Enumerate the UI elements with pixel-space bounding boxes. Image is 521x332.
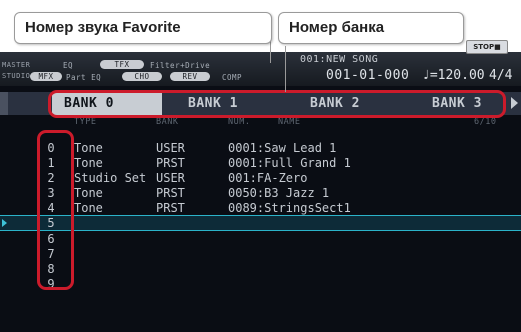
list-item[interactable]: 7: [0, 247, 521, 261]
row-name: 0050:B3 Jazz 1: [228, 186, 330, 200]
row-type: Tone: [74, 156, 103, 170]
column-header-name: NAME: [278, 117, 301, 127]
list-item-selected[interactable]: 5: [0, 215, 521, 231]
scroll-left-button[interactable]: [0, 92, 8, 115]
row-name: 0089:StringsSect1: [228, 201, 351, 215]
column-header-bank: BANK: [156, 117, 179, 127]
cursor-arrow-icon: [2, 219, 7, 227]
list-item[interactable]: 2 Studio Set USER 001:FA-Zero: [0, 171, 521, 185]
rev-pill[interactable]: REV: [170, 72, 210, 81]
screenshot-stage: MASTER STUDIO FX EQ TFX Filter+Drive MFX…: [0, 0, 521, 332]
stop-badge: STOP■: [466, 40, 508, 54]
comp-label: COMP: [222, 73, 243, 82]
row-type: Tone: [74, 186, 103, 200]
master-label: MASTER: [2, 61, 31, 69]
row-type: Tone: [74, 201, 103, 215]
list-item[interactable]: 0 Tone USER 0001:Saw Lead 1: [0, 141, 521, 155]
row-type: Studio Set: [74, 171, 147, 185]
row-type: Tone: [74, 141, 103, 155]
list-item[interactable]: 1 Tone PRST 0001:Full Grand 1: [0, 156, 521, 170]
list-item[interactable]: 9: [0, 277, 521, 291]
part-eq-label: Part EQ: [66, 73, 102, 82]
favorite-numbers-highlight: [37, 130, 74, 290]
list-item[interactable]: 6: [0, 232, 521, 246]
page-indicator: 6/10: [474, 117, 497, 127]
row-name: 001:FA-Zero: [228, 171, 308, 185]
chevron-right-icon[interactable]: [511, 97, 518, 109]
list-item[interactable]: 3 Tone PRST 0050:B3 Jazz 1: [0, 186, 521, 200]
callout-bank-number: Номер банка: [278, 12, 464, 44]
callout-favorite-number-text: Номер звука Favorite: [25, 19, 181, 36]
callout-bank-number-text: Номер банка: [289, 19, 385, 36]
list-item[interactable]: 4 Tone PRST 0089:StringsSect1: [0, 201, 521, 215]
tfx-pill[interactable]: TFX: [100, 60, 144, 69]
eq-label: EQ: [63, 61, 74, 70]
callout-favorite-number: Номер звука Favorite: [14, 12, 272, 44]
tempo-readout: ♩=120.00: [422, 68, 485, 83]
row-bank: USER: [156, 171, 185, 185]
column-header-type: TYPE: [74, 117, 97, 127]
row-bank: PRST: [156, 201, 185, 215]
callout-leader-bank: [285, 46, 286, 92]
beat-readout: 4/4: [489, 68, 513, 83]
song-name: 001:NEW SONG: [300, 54, 379, 65]
cho-pill[interactable]: CHO: [122, 72, 162, 81]
row-bank: USER: [156, 141, 185, 155]
mfx-pill[interactable]: MFX: [30, 72, 62, 81]
list-item[interactable]: 8: [0, 262, 521, 276]
row-bank: PRST: [156, 156, 185, 170]
row-bank: PRST: [156, 186, 185, 200]
bank-tabs-highlight: [48, 90, 506, 118]
row-name: 0001:Saw Lead 1: [228, 141, 337, 155]
song-number: 001-01-000: [326, 68, 410, 83]
row-name: 0001:Full Grand 1: [228, 156, 351, 170]
status-bar: MASTER STUDIO FX EQ TFX Filter+Drive MFX…: [0, 52, 521, 86]
column-header-num: NUM.: [228, 117, 251, 127]
filter-drive-label: Filter+Drive: [150, 61, 211, 70]
